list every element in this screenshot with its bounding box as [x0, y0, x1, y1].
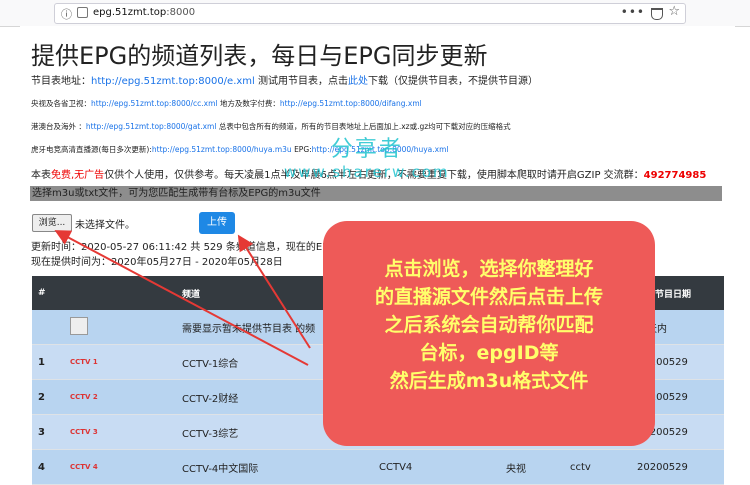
arrow-to-browse: [54, 230, 309, 366]
instruction-callout: 点击浏览，选择你整理好 的直播源文件然后点击上传 之后系统会自动帮你匹配 台标，…: [323, 221, 655, 446]
arrow-to-upload: [237, 234, 311, 349]
